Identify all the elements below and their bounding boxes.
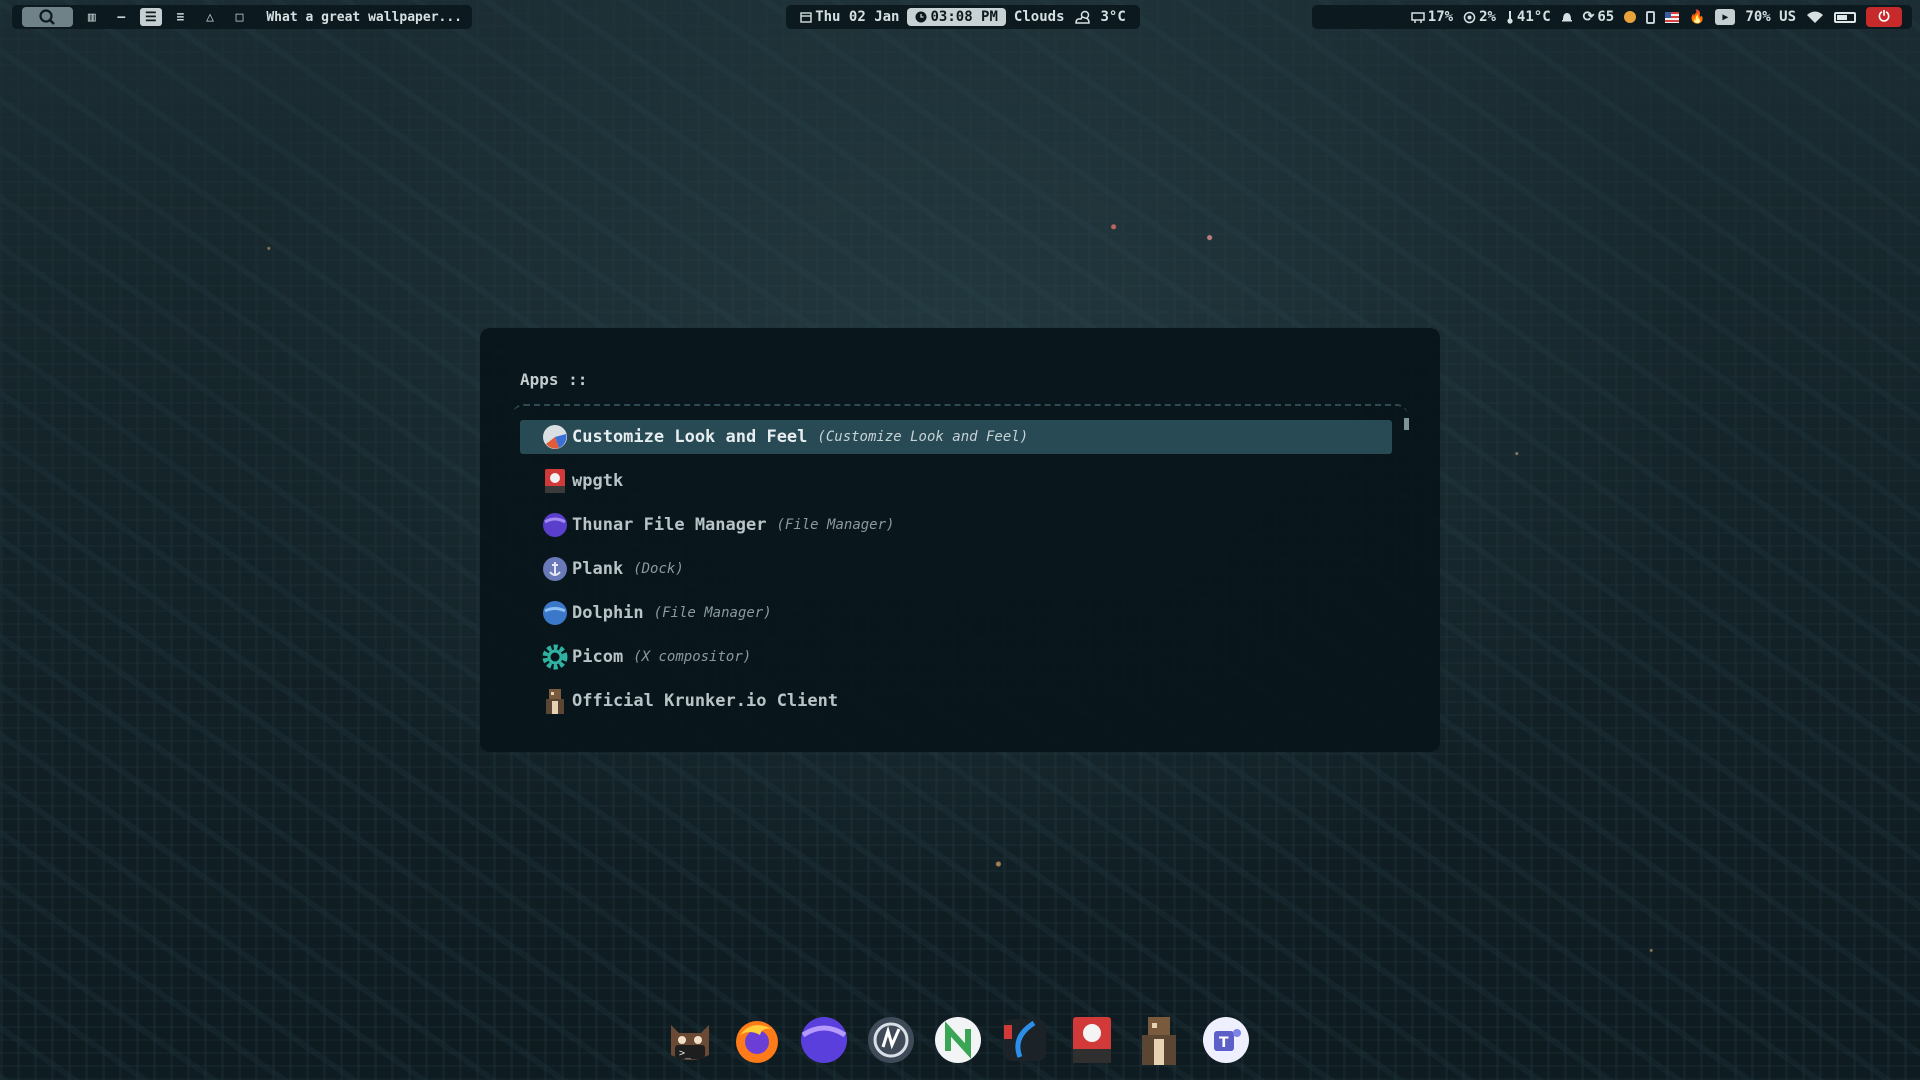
battery-fill: [1837, 14, 1847, 20]
dock-item-wpgtk[interactable]: [1064, 1012, 1120, 1068]
entry-name: Dolphin: [572, 603, 644, 623]
topbar-left-section: ▥ – ☰ ≡ △ □ What a great wallpaper...: [12, 5, 472, 29]
entry-description: (X compositor): [633, 649, 752, 665]
launcher-button[interactable]: [22, 7, 73, 27]
wpgtk-icon: [542, 468, 568, 494]
power-button[interactable]: ⏻: [1866, 7, 1902, 27]
picom-gear-icon: [542, 644, 568, 670]
entry-name: Customize Look and Feel: [572, 427, 808, 447]
tray-fire-icon[interactable]: 🔥: [1689, 10, 1705, 25]
entry-description: (File Manager): [776, 517, 895, 533]
dock-item-file-manager[interactable]: [796, 1012, 852, 1068]
dock-item-neovim[interactable]: [930, 1012, 986, 1068]
battery-icon[interactable]: [1834, 11, 1856, 23]
dock-item-firefox[interactable]: [729, 1012, 785, 1068]
workspace-2[interactable]: –: [111, 8, 133, 26]
launcher-prompt[interactable]: Apps ::: [520, 370, 587, 389]
dock-item-teams[interactable]: T: [1198, 1012, 1254, 1068]
wifi-icon[interactable]: [1806, 10, 1824, 24]
topbar-right-section: 17% 2% 41°C ⟳ 65 🔥 ▶ 70% US ⏻: [1312, 5, 1912, 29]
launcher-entry-dolphin[interactable]: Dolphin (File Manager): [520, 596, 1392, 630]
memory-icon: [1411, 12, 1425, 23]
entry-name: Plank: [572, 559, 624, 579]
teams-icon: T: [1203, 1017, 1249, 1063]
svg-text:T: T: [1219, 1035, 1229, 1051]
krunker-icon: [542, 688, 568, 714]
entry-description: (File Manager): [653, 605, 772, 621]
clock-widget[interactable]: 03:08 PM: [907, 8, 1006, 26]
entry-description: (Customize Look and Feel): [817, 429, 1029, 445]
launcher-entry-krunker[interactable]: Official Krunker.io Client: [520, 684, 1392, 718]
firefox-icon: [736, 1021, 778, 1063]
workspace-1[interactable]: ▥: [81, 8, 103, 26]
app-launcher: Apps :: Customize Look and Feel (Customi…: [480, 328, 1440, 752]
volume-keyboard-text[interactable]: 70% US: [1745, 9, 1796, 25]
dock-item-lutris[interactable]: [863, 1012, 919, 1068]
cpu-value: 2%: [1479, 9, 1496, 25]
launcher-entry-wpgtk[interactable]: wpgtk: [520, 464, 1392, 498]
updates-value: 65: [1597, 9, 1615, 25]
arch-search-icon: [39, 9, 56, 25]
media-play-icon[interactable]: ▶: [1715, 9, 1736, 25]
refresh-icon: ⟳: [1582, 9, 1595, 25]
workspace-6[interactable]: □: [229, 8, 251, 26]
tray-flag-icon[interactable]: [1665, 11, 1680, 23]
updates-widget[interactable]: ⟳ 65: [1583, 9, 1615, 25]
dock: >_ T: [662, 1012, 1262, 1068]
wpgtk-icon: [1073, 1017, 1111, 1063]
entry-name: Thunar File Manager: [572, 515, 767, 535]
workspace-4[interactable]: ≡: [170, 8, 192, 26]
dock-item-swoosh-app[interactable]: [997, 1012, 1053, 1068]
tray-orange-icon[interactable]: [1624, 11, 1637, 23]
launcher-entry-picom[interactable]: Picom (X compositor): [520, 640, 1392, 674]
cpu-temp-value: 41°C: [1516, 9, 1551, 25]
power-icon: ⏻: [1878, 9, 1890, 25]
notification-bell-icon[interactable]: [1561, 10, 1573, 24]
launcher-entry-plank[interactable]: Plank (Dock): [520, 552, 1392, 586]
date-text: Thu 02 Jan: [815, 9, 900, 25]
krunker-icon: [1142, 1017, 1176, 1065]
svg-text:>_: >_: [679, 1048, 692, 1059]
cpu-icon: [1463, 11, 1476, 23]
plank-anchor-icon: [542, 556, 568, 582]
results-scrollbar[interactable]: [1404, 418, 1409, 430]
cpu-widget[interactable]: 2%: [1463, 9, 1496, 25]
cloud-sun-icon: [1074, 10, 1090, 24]
terminal-cat-icon: >_: [671, 1025, 709, 1060]
temperature-widget[interactable]: 41°C: [1506, 9, 1551, 25]
memory-widget[interactable]: 17%: [1411, 9, 1453, 25]
topbar-center-section: Thu 02 Jan 03:08 PM Clouds 3°C: [786, 5, 1140, 29]
time-text: 03:08 PM: [930, 9, 998, 25]
dock-item-terminal[interactable]: >_: [662, 1012, 718, 1068]
top-bar: ▥ – ☰ ≡ △ □ What a great wallpaper... Th…: [0, 0, 1920, 36]
memory-value: 17%: [1427, 9, 1454, 25]
neovim-icon: [935, 1017, 981, 1063]
clock-icon: [915, 11, 927, 23]
thunar-icon: [542, 512, 568, 538]
entry-name: Official Krunker.io Client: [572, 691, 839, 711]
tray-phone-icon[interactable]: [1646, 10, 1656, 24]
entry-name: Picom: [572, 647, 624, 667]
launcher-entry-customize-look-and-feel[interactable]: Customize Look and Feel (Customize Look …: [520, 420, 1392, 454]
date-widget[interactable]: Thu 02 Jan: [800, 9, 899, 25]
calendar-icon: [800, 12, 812, 23]
window-title: What a great wallpaper...: [266, 9, 463, 25]
launcher-entry-thunar[interactable]: Thunar File Manager (File Manager): [520, 508, 1392, 542]
temperature-text: 3°C: [1100, 9, 1126, 25]
workspace-5[interactable]: △: [199, 8, 221, 26]
lutris-icon: [868, 1017, 914, 1063]
thermometer-icon: [1507, 11, 1513, 24]
dock-item-krunker[interactable]: [1131, 1012, 1187, 1068]
workspace-3[interactable]: ☰: [140, 8, 162, 26]
purple-folder-icon: [801, 1017, 847, 1063]
entry-name: wpgtk: [572, 471, 624, 491]
swoosh-icon: [1004, 1019, 1046, 1061]
entry-description: (Dock): [633, 561, 684, 577]
look-and-feel-icon: [542, 424, 568, 450]
weather-text: Clouds: [1013, 9, 1065, 25]
dolphin-icon: [542, 600, 568, 626]
